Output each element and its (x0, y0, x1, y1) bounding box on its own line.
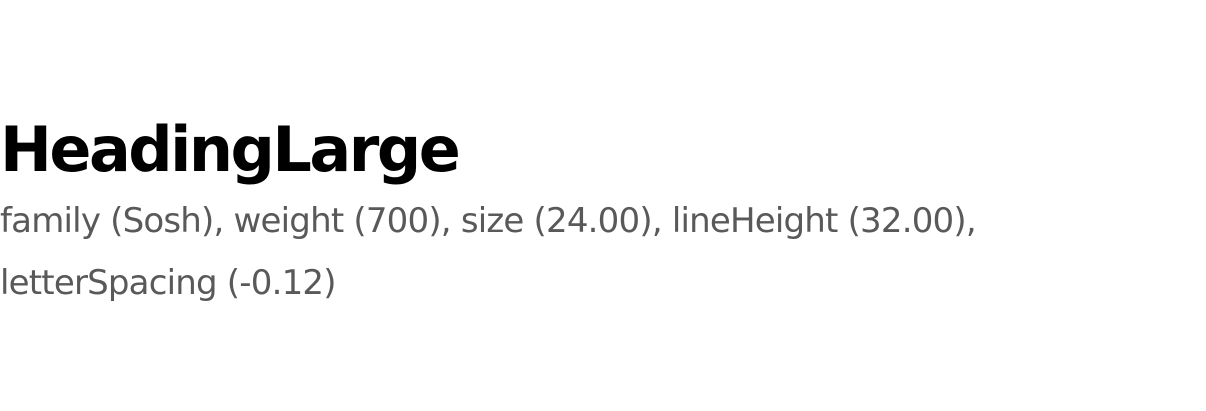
typography-token-specimen: HeadingLarge family (Sosh), weight (700)… (0, 110, 1206, 314)
token-name-heading: HeadingLarge (0, 113, 461, 186)
token-properties-description: family (Sosh), weight (700), size (24.00… (0, 201, 977, 303)
